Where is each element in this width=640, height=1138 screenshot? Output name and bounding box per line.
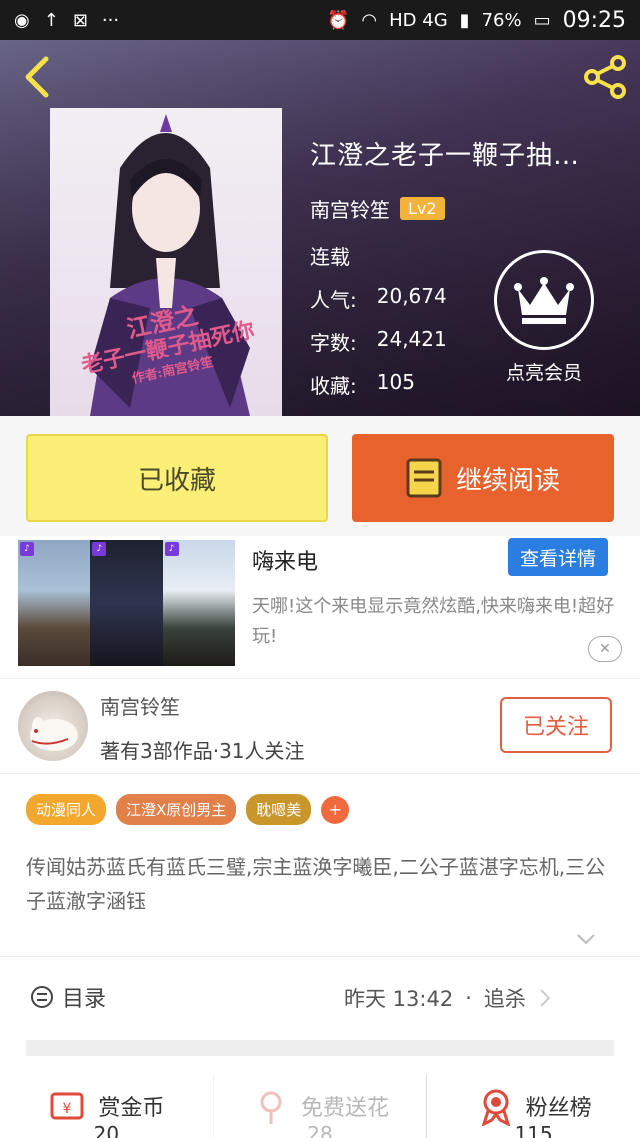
svg-text:¥: ¥ xyxy=(63,1101,72,1117)
notification-icon: ◉ xyxy=(14,9,30,31)
author-row: 南宫铃笙 Lv2 xyxy=(310,194,630,223)
rewards-bar: ¥ 赏金币 20 免费送花 28 粉丝榜 115 xyxy=(0,1074,640,1138)
crown-icon xyxy=(514,277,574,324)
chevron-down-icon xyxy=(577,934,595,945)
words-value: 24,421 xyxy=(376,327,447,351)
popularity-label: 人气: xyxy=(310,288,357,312)
upload-icon: ↑ xyxy=(43,9,59,31)
words-label: 字数: xyxy=(310,331,357,355)
continue-reading-button[interactable]: 继续阅读 xyxy=(352,434,614,522)
ad-close-button[interactable]: ✕ xyxy=(588,636,622,662)
tag[interactable]: 江澄X原创男主 xyxy=(116,794,237,825)
ad-banner[interactable]: ♪ ♪ ♪ 嗨来电 查看详情 天哪!这个来电显示竟然炫酷,快来嗨来电!超好玩! … xyxy=(0,536,640,674)
toc-updated: 昨天 13:42 xyxy=(344,987,454,1011)
popularity-value: 20,674 xyxy=(376,284,447,308)
tag[interactable]: 耽嗯美 xyxy=(246,794,312,825)
status-bar: ◉ ↑ ⊠ ··· ⏰ ◠ HD 4G ▮ 76% ▭ 09:25 xyxy=(0,0,640,40)
network-label: HD 4G xyxy=(389,9,448,31)
section-divider xyxy=(26,1040,614,1056)
status-right: ⏰ ◠ HD 4G ▮ 76% ▭ 09:25 xyxy=(327,8,626,33)
tag-list: 动漫同人 江澄X原创男主 耽嗯美 + xyxy=(26,794,350,825)
author-card[interactable]: 南宫铃笙 著有3部作品·31人关注 已关注 xyxy=(0,678,640,774)
ad-title: 嗨来电 xyxy=(252,550,319,575)
book-header: 江澄之 老子一鞭子抽死你 作者:南宫铃笙 江澄之老子一鞭子抽… 南宫铃笙 Lv2… xyxy=(0,40,640,416)
fan-ranking-count: 115 xyxy=(514,1122,553,1138)
battery-percent: 76% xyxy=(481,9,522,31)
toc-label-group: 目录 xyxy=(30,981,106,1013)
collect-value: 105 xyxy=(376,370,415,394)
vip-label: 点亮会员 xyxy=(505,362,582,384)
vip-circle xyxy=(494,250,594,350)
alarm-icon: ⏰ xyxy=(326,9,350,31)
action-row: 已收藏 继续阅读 xyxy=(0,416,640,536)
ad-thumbnail: ♪ xyxy=(162,540,235,666)
reward-flower-label: 免费送花 xyxy=(301,1096,390,1121)
reward-coins-count: 20 xyxy=(93,1122,120,1138)
battery-icon: ▭ xyxy=(533,9,551,31)
reward-flower-count: 28 xyxy=(307,1122,333,1138)
book-cover[interactable]: 江澄之 老子一鞭子抽死你 作者:南宫铃笙 xyxy=(50,108,282,416)
add-tag-button[interactable]: + xyxy=(321,795,350,824)
close-icon: ✕ xyxy=(599,641,611,657)
toc-separator: · xyxy=(465,986,472,1010)
ad-thumbnail: ♪ xyxy=(18,540,91,666)
coin-icon: ¥ xyxy=(50,1092,84,1120)
signal-icon: ▮ xyxy=(459,9,470,31)
follow-button[interactable]: 已关注 xyxy=(500,697,612,753)
level-badge: Lv2 xyxy=(400,197,445,220)
collected-button[interactable]: 已收藏 xyxy=(26,434,328,522)
toc-row[interactable]: 目录 昨天 13:42 · 追杀 xyxy=(0,956,640,1026)
book-title: 江澄之老子一鞭子抽… xyxy=(310,141,581,171)
ad-thumbnail: ♪ xyxy=(90,540,163,666)
ad-detail-button[interactable]: 查看详情 xyxy=(508,538,608,576)
tag[interactable]: 动漫同人 xyxy=(26,794,107,825)
flower-icon xyxy=(260,1091,282,1124)
back-button[interactable] xyxy=(14,52,58,102)
share-button[interactable] xyxy=(580,52,630,102)
book-icon xyxy=(406,458,442,498)
reward-flower-button[interactable]: 免费送花 28 xyxy=(212,1074,427,1138)
avatar-image xyxy=(30,717,78,751)
continue-reading-label: 继续阅读 xyxy=(455,465,560,496)
avatar[interactable] xyxy=(18,691,88,761)
author-meta: 著有3部作品·31人关注 xyxy=(100,739,305,763)
fan-ranking-button[interactable]: 粉丝榜 115 xyxy=(426,1074,640,1138)
reward-coins-button[interactable]: ¥ 赏金币 20 xyxy=(0,1074,213,1138)
chevron-right-icon xyxy=(540,989,551,1007)
screenshot-icon: ⊠ xyxy=(72,9,88,31)
book-summary: 传闻姑苏蓝氏有蓝氏三璧,宗主蓝涣字曦臣,二公子蓝湛字忘机,三公子蓝澈字涵钰 xyxy=(26,855,606,913)
collect-label: 收藏: xyxy=(310,374,357,398)
wifi-icon: ◠ xyxy=(361,9,378,31)
reward-coins-label: 赏金币 xyxy=(98,1096,165,1121)
clock: 09:25 xyxy=(562,7,626,33)
collected-label: 已收藏 xyxy=(137,465,216,496)
ad-thumb-badge-icon: ♪ xyxy=(20,542,34,556)
share-icon xyxy=(584,55,626,99)
fan-ranking-label: 粉丝榜 xyxy=(525,1096,592,1121)
list-icon xyxy=(31,986,53,1008)
more-notifications: ··· xyxy=(101,9,120,31)
chevron-left-icon xyxy=(25,56,49,98)
status-left: ◉ ↑ ⊠ ··· xyxy=(14,10,119,31)
vip-button[interactable]: 点亮会员 xyxy=(494,250,594,385)
ad-description: 天哪!这个来电显示竟然炫酷,快来嗨来电!超好玩! xyxy=(252,596,615,647)
toc-latest: 昨天 13:42 · 追杀 xyxy=(344,983,552,1013)
ad-thumb-badge-icon: ♪ xyxy=(92,542,107,556)
toc-label: 目录 xyxy=(62,987,107,1012)
author-name: 南宫铃笙 xyxy=(100,695,180,719)
ad-thumbnails[interactable]: ♪ ♪ ♪ xyxy=(18,540,235,666)
ad-thumb-badge-icon: ♪ xyxy=(164,542,179,556)
expand-summary-button[interactable] xyxy=(575,928,597,950)
book-author[interactable]: 南宫铃笙 xyxy=(310,194,390,223)
ribbon-icon xyxy=(481,1089,510,1126)
toc-latest-chapter: 追杀 xyxy=(483,987,526,1011)
